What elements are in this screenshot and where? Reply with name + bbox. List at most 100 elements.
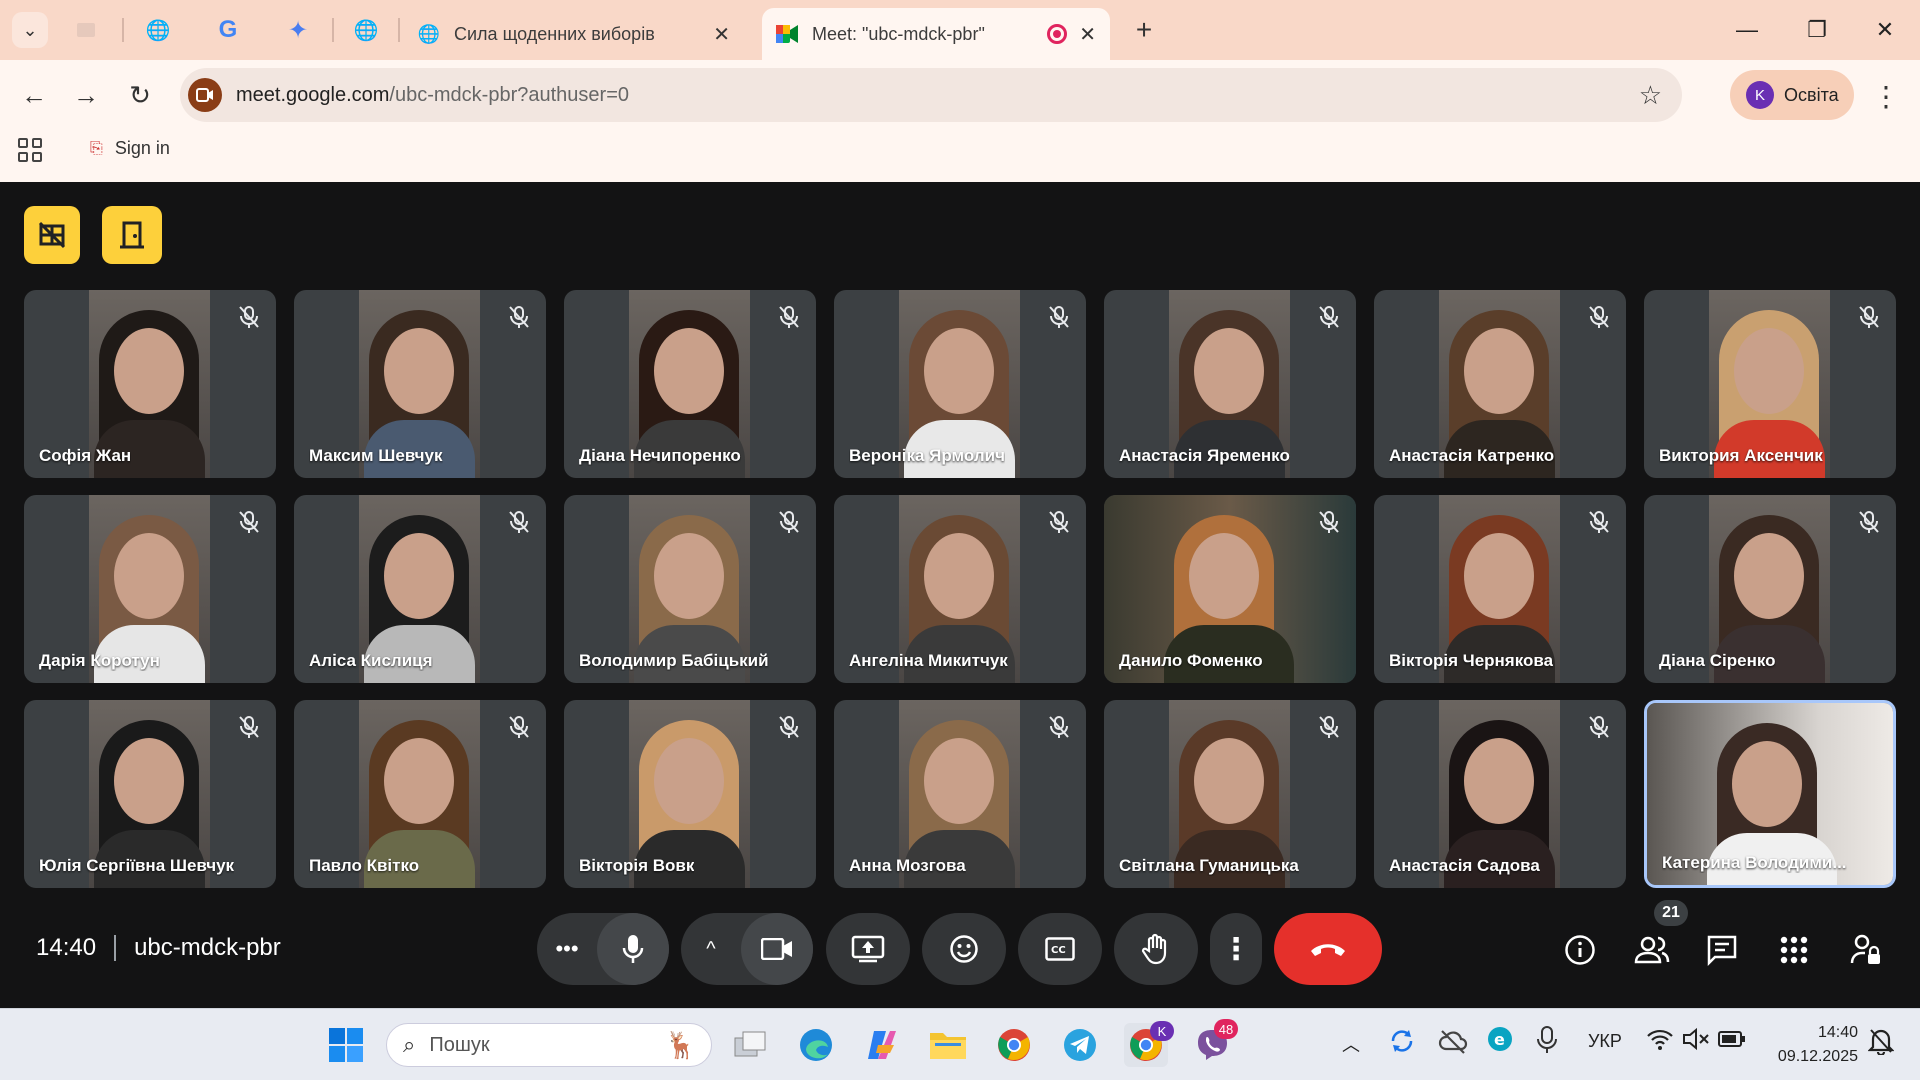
participant-name: Діана Сіренко (1659, 651, 1776, 670)
app-e-tray-icon[interactable]: e (1486, 1025, 1514, 1058)
mic-off-icon (1586, 509, 1612, 535)
new-tab-button[interactable]: + (1126, 12, 1162, 48)
reload-icon: ↻ (129, 79, 151, 110)
more-vertical-icon: ⋮ (1221, 932, 1251, 966)
viber-taskbar-button[interactable]: 48 (1190, 1019, 1238, 1067)
clock-date: 09.12.2025 (1777, 1048, 1858, 1065)
tab-meet[interactable]: Meet: "ubc-mdck-pbr" ✕ (762, 8, 1110, 60)
chrome-menu-button[interactable]: ⋮ (1872, 80, 1900, 113)
show-hidden-icons-button[interactable]: ︿ (1342, 1031, 1360, 1057)
participant-tile[interactable]: Виктория Аксенчик (1644, 290, 1896, 478)
address-bar[interactable]: meet.google.com/ubc-mdck-pbr?authuser=0 … (180, 68, 1682, 122)
minimize-button[interactable]: — (1722, 10, 1772, 50)
captions-button[interactable]: CC (1018, 913, 1102, 985)
tab-sila[interactable]: 🌐 Сила щоденних виборів ✕ (404, 8, 744, 60)
language-indicator[interactable]: УКР (1588, 1031, 1622, 1052)
participant-tile[interactable]: Діана Нечипоренко (564, 290, 816, 478)
people-button[interactable] (1632, 930, 1672, 970)
participant-tile[interactable]: Ангеліна Микитчук (834, 495, 1086, 683)
deer-illustration-icon: 🦌 (664, 1030, 697, 1060)
pinned-tab-3[interactable]: G (212, 14, 244, 46)
file-explorer-button[interactable] (926, 1023, 970, 1067)
participant-tile[interactable]: Дарія Коротун (24, 495, 276, 683)
participant-tile[interactable]: Володимир Бабіцький (564, 495, 816, 683)
participant-tile[interactable]: Анастасія Катренко (1374, 290, 1626, 478)
activities-button[interactable] (1774, 930, 1814, 970)
participant-name: Павло Квітко (309, 856, 420, 875)
profile-button[interactable]: K Освіта (1730, 70, 1854, 120)
mic-off-icon (236, 509, 262, 535)
reload-button[interactable]: ↻ (120, 75, 160, 115)
host-controls-button[interactable] (1846, 930, 1886, 970)
reactions-button[interactable] (922, 913, 1006, 985)
back-button[interactable]: ← (14, 75, 54, 115)
participant-tile[interactable]: Павло Квітко (294, 700, 546, 888)
exit-door-button[interactable] (102, 206, 162, 264)
wifi-tray-icon[interactable] (1646, 1027, 1674, 1056)
audio-options-button[interactable]: ••• (537, 936, 597, 962)
cloud-off-tray-icon[interactable] (1438, 1027, 1468, 1060)
pinned-tab-2[interactable]: 🌐 (142, 14, 174, 46)
microphone-button[interactable] (597, 913, 669, 985)
bookmark-page-icon: ⎘ (90, 139, 103, 157)
participant-tile[interactable]: Діана Сіренко (1644, 495, 1896, 683)
pinned-tab-4[interactable]: ✦ (282, 14, 314, 46)
camera-button[interactable] (741, 913, 813, 985)
bookmark-star-icon[interactable]: ☆ (1639, 80, 1662, 111)
close-icon[interactable]: ✕ (713, 22, 730, 47)
participant-tile[interactable]: Вікторія Вовк (564, 700, 816, 888)
participant-tile[interactable]: Катерина Володими... (1644, 700, 1896, 888)
hide-self-view-button[interactable] (24, 206, 80, 264)
volume-muted-tray-icon[interactable] (1682, 1027, 1710, 1056)
forward-button[interactable]: → (66, 75, 106, 115)
copilot-taskbar-button[interactable] (860, 1023, 904, 1067)
mic-off-icon (1856, 304, 1882, 330)
telegram-taskbar-button[interactable] (1058, 1023, 1102, 1067)
notifications-button[interactable] (1867, 1027, 1895, 1060)
more-options-button[interactable]: ⋮ (1210, 913, 1262, 985)
microphone-tray-icon[interactable] (1536, 1025, 1558, 1060)
mic-off-icon (236, 304, 262, 330)
participant-tile[interactable]: Вікторія Чернякова (1374, 495, 1626, 683)
participant-tile[interactable]: Аліса Кислиця (294, 495, 546, 683)
participant-tile[interactable]: Анастасія Садова (1374, 700, 1626, 888)
raise-hand-button[interactable] (1114, 913, 1198, 985)
video-options-button[interactable]: ^ (681, 938, 741, 961)
participant-tile[interactable]: Анна Мозгова (834, 700, 1086, 888)
restore-icon: ❐ (1807, 17, 1827, 42)
battery-tray-icon[interactable] (1718, 1029, 1746, 1054)
participant-tile[interactable]: Софія Жан (24, 290, 276, 478)
restore-button[interactable]: ❐ (1792, 10, 1842, 50)
participant-tile[interactable]: Вероніка Ярмолич (834, 290, 1086, 478)
participant-tile[interactable]: Максим Шевчук (294, 290, 546, 478)
bookmark-sign-in[interactable]: ⎘ Sign in (90, 138, 170, 159)
leave-call-button[interactable] (1274, 913, 1382, 985)
site-camera-icon[interactable] (188, 78, 222, 112)
participant-tile[interactable]: Данило Фоменко (1104, 495, 1356, 683)
present-screen-icon (851, 935, 885, 963)
url-text[interactable]: meet.google.com/ubc-mdck-pbr?authuser=0 (236, 84, 629, 107)
system-clock[interactable]: 14:40 09.12.2025 (1770, 1021, 1858, 1069)
sync-tray-icon[interactable] (1388, 1027, 1416, 1060)
chrome-taskbar-button[interactable] (992, 1023, 1036, 1067)
chrome-icon (998, 1029, 1030, 1061)
apps-grid-icon[interactable] (18, 138, 42, 162)
taskbar-search[interactable]: ⌕ Пошук 🦌 (386, 1023, 712, 1067)
participant-tile[interactable]: Юлія Сергіївна Шевчук (24, 700, 276, 888)
present-screen-button[interactable] (826, 913, 910, 985)
participant-tile[interactable]: Анастасія Яременко (1104, 290, 1356, 478)
tab-search-button[interactable]: ⌄ (12, 12, 48, 48)
chat-button[interactable] (1702, 930, 1742, 970)
task-view-button[interactable] (728, 1023, 772, 1067)
tab-separator (122, 18, 124, 42)
pinned-tab-1[interactable] (70, 14, 102, 46)
meeting-details-button[interactable] (1560, 930, 1600, 970)
edge-taskbar-button[interactable] (794, 1023, 838, 1067)
chrome-profile-taskbar-button[interactable]: K (1124, 1021, 1174, 1067)
close-icon[interactable]: ✕ (1079, 22, 1096, 47)
close-window-button[interactable]: ✕ (1860, 10, 1910, 50)
participant-tile[interactable]: Світлана Гуманицька (1104, 700, 1356, 888)
pinned-tab-5[interactable]: 🌐 (350, 14, 382, 46)
start-button[interactable] (324, 1023, 368, 1067)
video-silhouette (654, 328, 724, 414)
